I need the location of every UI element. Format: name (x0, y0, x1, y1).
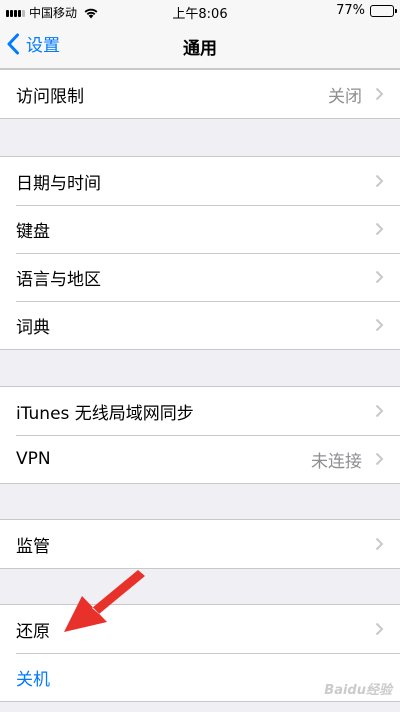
row-label: VPN (16, 449, 51, 469)
row-label: 语言与地区 (16, 269, 101, 290)
chevron-right-icon (375, 318, 384, 332)
status-bar: 中国移动 上午8:06 77% (0, 0, 400, 22)
row-value: 关闭 (328, 86, 362, 107)
settings-group-restrictions: 访问限制 关闭 (0, 69, 400, 119)
row-value: 未连接 (311, 451, 362, 472)
row-label: 键盘 (16, 221, 50, 242)
row-label: 还原 (16, 621, 50, 642)
status-right: 77% (336, 3, 397, 18)
chevron-right-icon (375, 404, 384, 418)
row-language-region[interactable]: 语言与地区 (0, 253, 400, 301)
row-label: 访问限制 (16, 86, 84, 107)
row-label: 日期与时间 (16, 173, 101, 194)
chevron-right-icon (375, 222, 384, 236)
row-keyboard[interactable]: 键盘 (0, 205, 400, 253)
row-itunes-wifi-sync[interactable]: iTunes 无线局域网同步 (0, 387, 400, 435)
chevron-right-icon (375, 87, 384, 101)
settings-group-locale: 日期与时间 键盘 语言与地区 词典 (0, 156, 400, 350)
row-label: iTunes 无线局域网同步 (16, 403, 194, 424)
row-dictionary[interactable]: 词典 (0, 301, 400, 349)
chevron-right-icon (375, 452, 384, 466)
row-label: 监管 (16, 536, 50, 557)
chevron-right-icon (375, 270, 384, 284)
settings-group-network: iTunes 无线局域网同步 VPN 未连接 (0, 386, 400, 484)
row-vpn[interactable]: VPN 未连接 (0, 435, 400, 483)
battery-percentage: 77% (336, 3, 365, 18)
settings-group-supervision: 监管 (0, 519, 400, 569)
watermark: Baidu经验 (324, 683, 392, 698)
row-label: 词典 (16, 317, 50, 338)
row-supervision[interactable]: 监管 (0, 520, 400, 568)
chevron-right-icon (375, 622, 384, 636)
chevron-right-icon (375, 174, 384, 188)
chevron-right-icon (375, 537, 384, 551)
row-restrictions[interactable]: 访问限制 关闭 (0, 70, 400, 118)
navigation-bar: 设置 通用 (0, 22, 400, 69)
row-reset[interactable]: 还原 (0, 605, 400, 653)
row-date-time[interactable]: 日期与时间 (0, 157, 400, 205)
battery-icon (370, 4, 397, 17)
page-title: 通用 (183, 39, 217, 59)
row-label: 关机 (16, 669, 50, 690)
